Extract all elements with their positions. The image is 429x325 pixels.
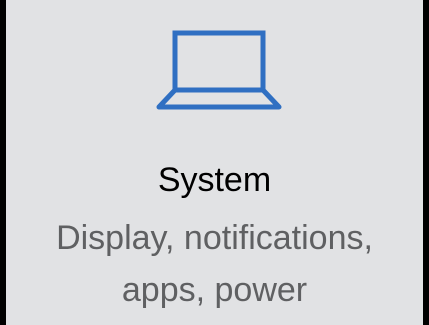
tile-description: Display, notifications, apps, power [6, 212, 423, 316]
laptop-icon [156, 30, 282, 110]
tile-description-line-2: apps, power [121, 271, 308, 309]
tile-description-line-1: Display, notifications, [56, 219, 373, 257]
settings-tile-system[interactable]: System Display, notifications, apps, pow… [6, 0, 423, 325]
tile-title: System [157, 161, 272, 199]
